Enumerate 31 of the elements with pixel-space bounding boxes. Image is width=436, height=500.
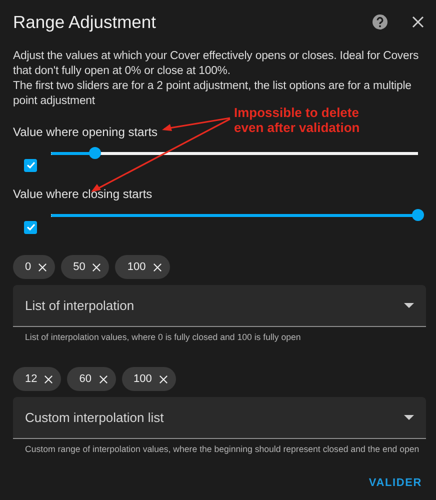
close-icon[interactable] [158, 374, 168, 384]
help-icon[interactable] [372, 14, 388, 30]
checkbox[interactable] [24, 220, 37, 234]
close-icon[interactable] [92, 262, 102, 272]
close-icon[interactable] [38, 262, 48, 272]
chip[interactable]: 12 [13, 367, 62, 391]
helper-text: List of interpolation values, where 0 is fully closed and 100 is fully open [25, 332, 301, 342]
validate-button[interactable]: VALIDER [368, 477, 422, 489]
close-icon[interactable] [44, 374, 54, 384]
select-field[interactable]: List of interpolation [13, 285, 426, 327]
checkbox[interactable] [24, 158, 37, 172]
description-text: Adjust the values at which your Cover effectively opens or closes. Ideal for Covers that don't fully open at 0% or close at 100%. [13, 49, 420, 79]
select-field[interactable]: Custom interpolation list [13, 397, 426, 439]
dialog-title: Range Adjustment [13, 12, 158, 32]
close-icon[interactable] [152, 262, 162, 272]
slider-label: Value where closing starts [13, 187, 152, 201]
slider-label: Value where opening starts [13, 125, 158, 139]
slider-thumb[interactable] [412, 209, 424, 221]
chip[interactable]: 100 [115, 255, 170, 279]
helper-text: Custom range of interpolation values, where the beginning should represent closed and the end open [25, 444, 420, 454]
close-icon[interactable] [410, 14, 426, 30]
chip[interactable]: 50 [61, 255, 110, 279]
slider-thumb[interactable] [89, 147, 102, 159]
annotation-text: Impossible to delete even after validation [234, 105, 361, 135]
chip[interactable]: 0 [13, 255, 56, 279]
chip[interactable]: 60 [67, 367, 116, 391]
close-icon[interactable] [98, 374, 108, 384]
dropdown-arrow-icon[interactable] [404, 303, 414, 308]
dropdown-arrow-icon[interactable] [404, 415, 414, 420]
description-text: The first two sliders are for a 2 point adjustment, the list options are for a multiple point adjustment [13, 79, 412, 108]
chip[interactable]: 100 [122, 367, 176, 391]
